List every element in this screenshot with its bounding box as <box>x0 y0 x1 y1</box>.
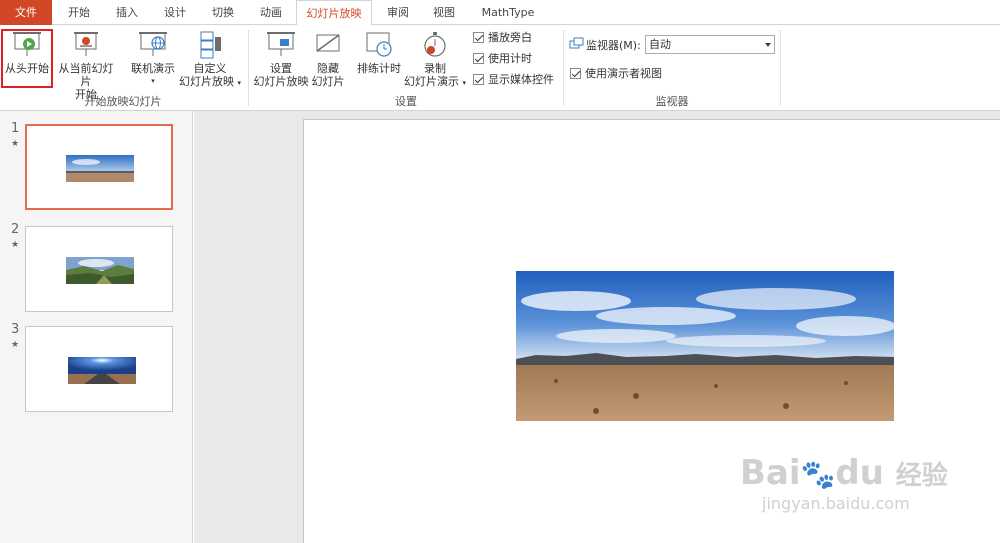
dropdown-arrow-icon: ▾ <box>462 79 466 87</box>
button-label: 设置 <box>270 62 292 75</box>
animation-star-icon: ★ <box>11 139 20 149</box>
checkbox-icon[interactable] <box>570 67 581 79</box>
animation-star-icon: ★ <box>11 340 20 350</box>
group-label-start: 开始放映幻灯片 <box>84 95 162 108</box>
custom-slideshow-button[interactable]: 自定义 幻灯片放映 ▾ <box>178 31 242 90</box>
watermark-url: jingyan.baidu.com <box>762 494 910 513</box>
button-label: 录制 <box>424 62 446 75</box>
tab-view[interactable]: 视图 <box>424 0 464 25</box>
dropdown-arrow-icon: ▾ <box>237 79 241 87</box>
monitor-icon <box>569 37 585 54</box>
tab-file[interactable]: 文件 <box>0 0 52 25</box>
slide-number: 2 <box>11 222 20 237</box>
slide-number: 3 <box>11 322 20 337</box>
group-label-monitors: 监视器 <box>655 95 689 108</box>
monitor-select[interactable]: 自动 <box>645 35 775 54</box>
setup-slideshow-button[interactable]: 设置 幻灯片放映 <box>252 31 310 88</box>
group-separator <box>248 30 249 106</box>
button-label: 自定义 <box>193 62 227 75</box>
checkbox-label: 使用演示者视图 <box>585 67 662 80</box>
chevron-down-icon[interactable] <box>765 43 771 47</box>
setup-slideshow-icon <box>267 32 295 56</box>
custom-slideshow-icon <box>200 31 221 59</box>
tab-design[interactable]: 设计 <box>154 0 196 25</box>
checkbox-icon[interactable] <box>473 73 484 85</box>
monitor-label: 监视器(M): <box>586 39 641 52</box>
slideshow-play-icon <box>13 32 41 56</box>
record-stopwatch-icon <box>424 32 446 57</box>
button-label: 幻灯片 <box>311 75 345 88</box>
button-label: 从头开始 <box>5 62 49 75</box>
use-presenter-view-checkbox[interactable]: 使用演示者视图 <box>570 65 662 81</box>
slide-thumbnail-3[interactable] <box>25 326 173 412</box>
checkbox-icon[interactable] <box>473 31 484 43</box>
tab-insert[interactable]: 插入 <box>106 0 148 25</box>
button-label: 联机演示 <box>131 62 175 75</box>
rehearse-timer-icon <box>366 32 392 57</box>
rehearse-timings-button[interactable]: 排练计时 <box>354 31 404 75</box>
road-sunrise-image <box>68 357 136 384</box>
online-present-button[interactable]: 联机演示 ▾ <box>127 31 179 88</box>
green-valley-image <box>66 257 134 284</box>
hide-slide-button[interactable]: 隐藏 幻灯片 <box>310 31 346 88</box>
checkbox-label: 显示媒体控件 <box>488 73 554 86</box>
tab-review[interactable]: 审阅 <box>378 0 418 25</box>
slide-number: 1 <box>11 121 20 136</box>
dropdown-arrow-icon: ▾ <box>151 77 155 85</box>
from-beginning-button[interactable]: 从头开始 <box>3 31 51 75</box>
tab-transitions[interactable]: 切换 <box>202 0 244 25</box>
checkbox-label: 使用计时 <box>488 52 532 65</box>
monitor-value: 自动 <box>649 38 671 51</box>
use-timings-checkbox[interactable]: 使用计时 <box>473 50 532 66</box>
group-separator <box>780 30 781 106</box>
slide-thumbnail-pane: 1 ★ 2 ★ 3 ★ <box>0 111 193 543</box>
group-label-setup: 设置 <box>395 95 417 108</box>
tab-slideshow[interactable]: 幻灯片放映 <box>296 0 372 26</box>
button-label: 排练计时 <box>357 62 401 75</box>
ribbon: 从头开始 从当前幻灯片 开始 联机演示 ▾ 自定义 幻灯片放映 ▾ 开始放映幻灯… <box>0 25 1000 111</box>
paw-icon: 🐾 <box>800 458 836 491</box>
watermark-brand: du <box>835 453 884 493</box>
watermark-cn: 经验 <box>895 461 948 491</box>
play-narrations-checkbox[interactable]: 播放旁白 <box>473 29 532 45</box>
tab-mathtype[interactable]: MathType <box>474 0 542 25</box>
animation-star-icon: ★ <box>11 240 20 250</box>
baidu-watermark: Bai🐾du 经验 jingyan.baidu.com <box>740 455 948 513</box>
hide-slide-icon <box>316 34 340 52</box>
watermark-brand: Bai <box>740 453 801 493</box>
show-media-controls-checkbox[interactable]: 显示媒体控件 <box>473 71 554 87</box>
button-label: 从当前幻灯片 <box>58 62 114 88</box>
globe-present-icon <box>139 32 167 56</box>
desert-landscape-image <box>66 155 134 182</box>
button-label: 幻灯片放映 <box>253 75 309 88</box>
checkbox-icon[interactable] <box>473 52 484 64</box>
slide-thumbnail-1[interactable] <box>25 124 173 210</box>
checkbox-label: 播放旁白 <box>488 31 532 44</box>
ribbon-tab-bar: 文件 开始 插入 设计 切换 动画 幻灯片放映 审阅 视图 MathType <box>0 0 1000 26</box>
desert-panorama-image[interactable] <box>516 271 894 421</box>
button-label: 幻灯片演示 <box>403 75 459 88</box>
tab-animations[interactable]: 动画 <box>250 0 292 25</box>
button-label: 幻灯片放映 <box>178 75 234 88</box>
tab-home[interactable]: 开始 <box>58 0 100 25</box>
slideshow-current-icon <box>74 32 98 56</box>
record-slideshow-button[interactable]: 录制 幻灯片演示 ▾ <box>403 31 467 90</box>
from-current-slide-button[interactable]: 从当前幻灯片 开始 <box>54 31 118 101</box>
button-label: 隐藏 <box>317 62 339 75</box>
slide-thumbnail-2[interactable] <box>25 226 173 312</box>
